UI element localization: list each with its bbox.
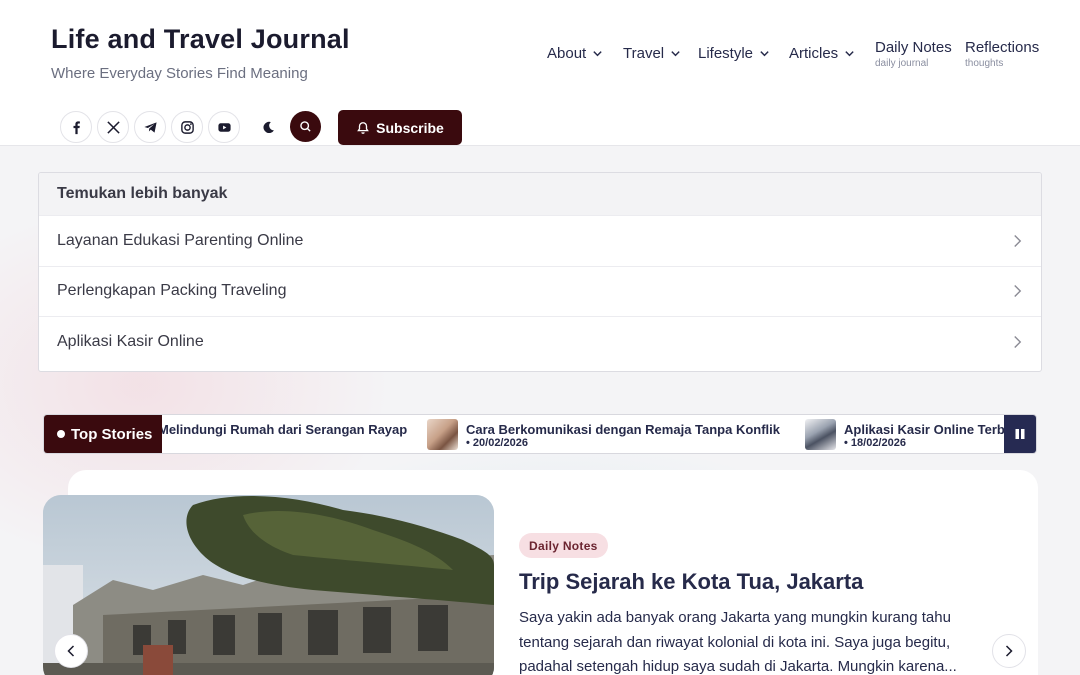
top-stories-ticker: Top Stories Melindungi Rumah dari Serang…	[43, 414, 1037, 454]
instagram-link[interactable]	[171, 111, 203, 143]
ticker-label: Top Stories	[44, 415, 162, 453]
ticker-item-title: Cara Berkomunikasi dengan Remaja Tanpa K…	[466, 422, 781, 437]
telegram-icon	[143, 121, 157, 133]
discover-item-label: Aplikasi Kasir Online	[57, 332, 204, 350]
ticker-thumbnail	[427, 419, 458, 450]
ticker-item[interactable]: Cara Berkomunikasi dengan Remaja Tanpa K…	[427, 419, 780, 451]
telegram-link[interactable]	[134, 111, 166, 143]
bell-icon	[357, 121, 369, 134]
live-dot-icon	[57, 430, 65, 438]
carousel-prev-button[interactable]	[54, 634, 88, 668]
youtube-link[interactable]	[208, 111, 240, 143]
facebook-link[interactable]	[60, 111, 92, 143]
old-building-photo	[43, 495, 494, 675]
nav-label: About	[547, 45, 587, 62]
nav-item-reflections[interactable]: Reflections thoughts	[965, 39, 1039, 69]
ticker-item[interactable]: Melindungi Rumah dari Serangan Rayap	[162, 419, 407, 451]
discover-more-panel: Temukan lebih banyak Layanan Edukasi Par…	[38, 172, 1042, 372]
ticker-item-title: Melindungi Rumah dari Serangan Rayap	[162, 422, 408, 437]
ticker-track: Melindungi Rumah dari Serangan Rayap Car…	[162, 415, 1006, 453]
site-header: Life and Travel Journal Where Everyday S…	[0, 0, 1080, 146]
chevron-left-icon	[67, 645, 75, 657]
nav-label: Travel	[623, 45, 665, 62]
chevron-down-icon	[671, 51, 680, 57]
chevron-down-icon	[845, 51, 854, 57]
nav-item-daily-notes[interactable]: Daily Notes daily journal	[875, 39, 952, 69]
nav-sublabel: daily journal	[875, 58, 929, 69]
discover-item[interactable]: Perlengkapan Packing Traveling	[39, 265, 1041, 317]
post-excerpt: Saya yakin ada banyak orang Jakarta yang…	[519, 609, 957, 675]
subscribe-label: Subscribe	[376, 119, 444, 136]
ticker-item[interactable]: Aplikasi Kasir Online Terbaik • 18/02/20…	[805, 419, 1006, 451]
search-button[interactable]	[290, 111, 321, 142]
x-icon	[106, 120, 120, 134]
nav-sublabel: thoughts	[965, 58, 1004, 69]
site-title[interactable]: Life and Travel Journal	[51, 24, 350, 55]
nav-item-articles[interactable]: Articles	[789, 45, 855, 62]
chevron-down-icon	[760, 51, 769, 57]
moon-icon	[262, 121, 274, 133]
nav-label: Lifestyle	[698, 45, 754, 62]
ticker-item-title: Aplikasi Kasir Online Terbaik	[844, 422, 1006, 437]
discover-item[interactable]: Layanan Edukasi Parenting Online	[39, 215, 1041, 266]
nav-label: Articles	[789, 45, 839, 62]
carousel-next-button[interactable]	[992, 634, 1026, 668]
discover-item-label: Layanan Edukasi Parenting Online	[57, 231, 304, 249]
chevron-right-icon	[1005, 645, 1013, 657]
subscribe-button[interactable]: Subscribe	[338, 110, 462, 145]
pause-icon	[1015, 429, 1025, 439]
site-tagline: Where Everyday Stories Find Meaning	[51, 65, 308, 82]
dark-mode-toggle[interactable]	[252, 111, 284, 143]
nav-item-about[interactable]: About	[547, 45, 603, 62]
ticker-thumbnail	[805, 419, 836, 450]
discover-heading: Temukan lebih banyak	[39, 173, 1041, 215]
search-icon	[300, 121, 311, 132]
discover-item-label: Perlengkapan Packing Traveling	[57, 282, 287, 300]
ticker-text: Melindungi Rumah dari Serangan Rayap	[162, 419, 407, 437]
ticker-text: Cara Berkomunikasi dengan Remaja Tanpa K…	[466, 419, 780, 449]
ticker-item-date: • 18/02/2026	[844, 437, 906, 449]
facebook-icon	[73, 120, 80, 134]
featured-image[interactable]	[43, 495, 494, 675]
ticker-text: Aplikasi Kasir Online Terbaik • 18/02/20…	[844, 419, 1006, 449]
ticker-label-text: Top Stories	[71, 425, 153, 443]
nav-item-travel[interactable]: Travel	[623, 45, 681, 62]
chevron-right-icon	[1014, 335, 1022, 348]
nav-label: Reflections	[965, 39, 1040, 56]
ticker-item-date: • 20/02/2026	[466, 437, 528, 449]
chevron-right-icon	[1014, 285, 1022, 298]
discover-item[interactable]: Aplikasi Kasir Online	[39, 316, 1041, 367]
youtube-icon	[217, 122, 231, 132]
x-link[interactable]	[97, 111, 129, 143]
ticker-pause-button[interactable]	[1004, 415, 1036, 453]
instagram-icon	[180, 120, 194, 134]
category-badge[interactable]: Daily Notes	[519, 533, 608, 558]
nav-item-lifestyle[interactable]: Lifestyle	[698, 45, 770, 62]
post-title[interactable]: Trip Sejarah ke Kota Tua, Jakarta	[519, 569, 863, 595]
chevron-down-icon	[593, 51, 602, 57]
nav-label: Daily Notes	[875, 39, 952, 56]
chevron-right-icon	[1014, 234, 1022, 247]
